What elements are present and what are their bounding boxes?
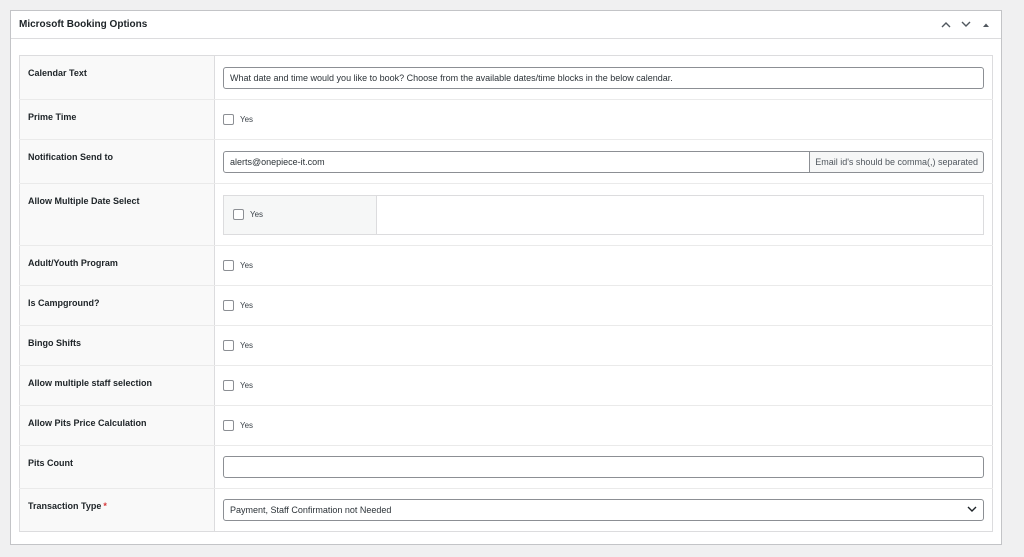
- multiple-date-option-label: Yes: [250, 210, 264, 219]
- label-calendar-text: Calendar Text: [19, 55, 215, 100]
- label-bingo: Bingo Shifts: [19, 325, 215, 366]
- label-adult-youth: Adult/Youth Program: [19, 245, 215, 286]
- metabox-header: Microsoft Booking Options: [11, 11, 1001, 39]
- row-pits-price: Allow Pits Price Calculation Yes: [19, 405, 993, 446]
- chevron-up-icon[interactable]: [939, 18, 953, 32]
- calendar-text-input[interactable]: What date and time would you like to boo…: [223, 66, 984, 89]
- row-campground: Is Campground? Yes: [19, 285, 993, 326]
- pits-count-input[interactable]: [223, 456, 984, 478]
- row-transaction: Transaction Type * Payment, Staff Confirm…: [19, 488, 993, 532]
- adult-youth-checkbox[interactable]: [223, 260, 234, 271]
- label-pits-count: Pits Count: [19, 445, 215, 489]
- booking-options-table: Calendar Text What date and time would y…: [19, 55, 993, 532]
- row-multi-staff: Allow multiple staff selection Yes: [19, 365, 993, 406]
- label-prime-time: Prime Time: [19, 99, 215, 140]
- notification-email-input[interactable]: alerts@onepiece-it.com: [223, 150, 811, 173]
- row-calendar-text: Calendar Text What date and time would y…: [19, 55, 993, 100]
- chevron-down-icon: [967, 505, 977, 515]
- row-multiple-date: Allow Multiple Date Select Yes: [19, 183, 993, 246]
- pits-price-option-label: Yes: [240, 421, 254, 430]
- multi-staff-checkbox[interactable]: [223, 380, 234, 391]
- pits-price-option[interactable]: Yes: [223, 420, 984, 431]
- notification-input-group: alerts@onepiece-it.com Email id's should…: [223, 150, 984, 173]
- required-mark: *: [103, 501, 107, 511]
- label-transaction: Transaction Type *: [19, 488, 215, 532]
- bingo-checkbox[interactable]: [223, 340, 234, 351]
- label-multiple-date: Allow Multiple Date Select: [19, 183, 215, 246]
- transaction-type-value: Payment, Staff Confirmation not Needed: [230, 505, 392, 515]
- row-pits-count: Pits Count: [19, 445, 993, 489]
- bingo-option-label: Yes: [240, 341, 254, 350]
- bingo-option[interactable]: Yes: [223, 340, 984, 351]
- multi-staff-option-label: Yes: [240, 381, 254, 390]
- chevron-down-icon[interactable]: [959, 18, 973, 32]
- notification-hint: Email id's should be comma(,) separated: [810, 150, 984, 173]
- label-multi-staff: Allow multiple staff selection: [19, 365, 215, 406]
- prime-time-checkbox[interactable]: [223, 114, 234, 125]
- multi-staff-option[interactable]: Yes: [223, 380, 984, 391]
- multiple-date-cell: Yes: [224, 195, 377, 234]
- label-notification: Notification Send to: [19, 139, 215, 184]
- handle-actions: [939, 18, 993, 32]
- row-prime-time: Prime Time Yes: [19, 99, 993, 140]
- multiple-date-box: Yes: [223, 194, 984, 235]
- row-adult-youth: Adult/Youth Program Yes: [19, 245, 993, 286]
- multiple-date-option[interactable]: Yes: [233, 209, 263, 220]
- adult-youth-option-label: Yes: [240, 261, 254, 270]
- pits-price-checkbox[interactable]: [223, 420, 234, 431]
- adult-youth-option[interactable]: Yes: [223, 260, 984, 271]
- multiple-date-checkbox[interactable]: [233, 209, 244, 220]
- triangle-up-icon[interactable]: [979, 18, 993, 32]
- prime-time-option[interactable]: Yes: [223, 114, 984, 125]
- transaction-type-select[interactable]: Payment, Staff Confirmation not Needed: [223, 499, 984, 521]
- campground-option[interactable]: Yes: [223, 300, 984, 311]
- campground-checkbox[interactable]: [223, 300, 234, 311]
- row-notification: Notification Send to alerts@onepiece-it.…: [19, 139, 993, 184]
- metabox-inside: Calendar Text What date and time would y…: [11, 39, 1001, 532]
- transaction-label-text: Transaction Type: [28, 501, 102, 511]
- row-bingo: Bingo Shifts Yes: [19, 325, 993, 366]
- label-campground: Is Campground?: [19, 285, 215, 326]
- microsoft-booking-options-metabox: Microsoft Booking Options Calendar Text …: [10, 10, 1002, 545]
- campground-option-label: Yes: [240, 301, 254, 310]
- prime-time-option-label: Yes: [240, 115, 254, 124]
- label-pits-price: Allow Pits Price Calculation: [19, 405, 215, 446]
- metabox-title: Microsoft Booking Options: [19, 19, 148, 30]
